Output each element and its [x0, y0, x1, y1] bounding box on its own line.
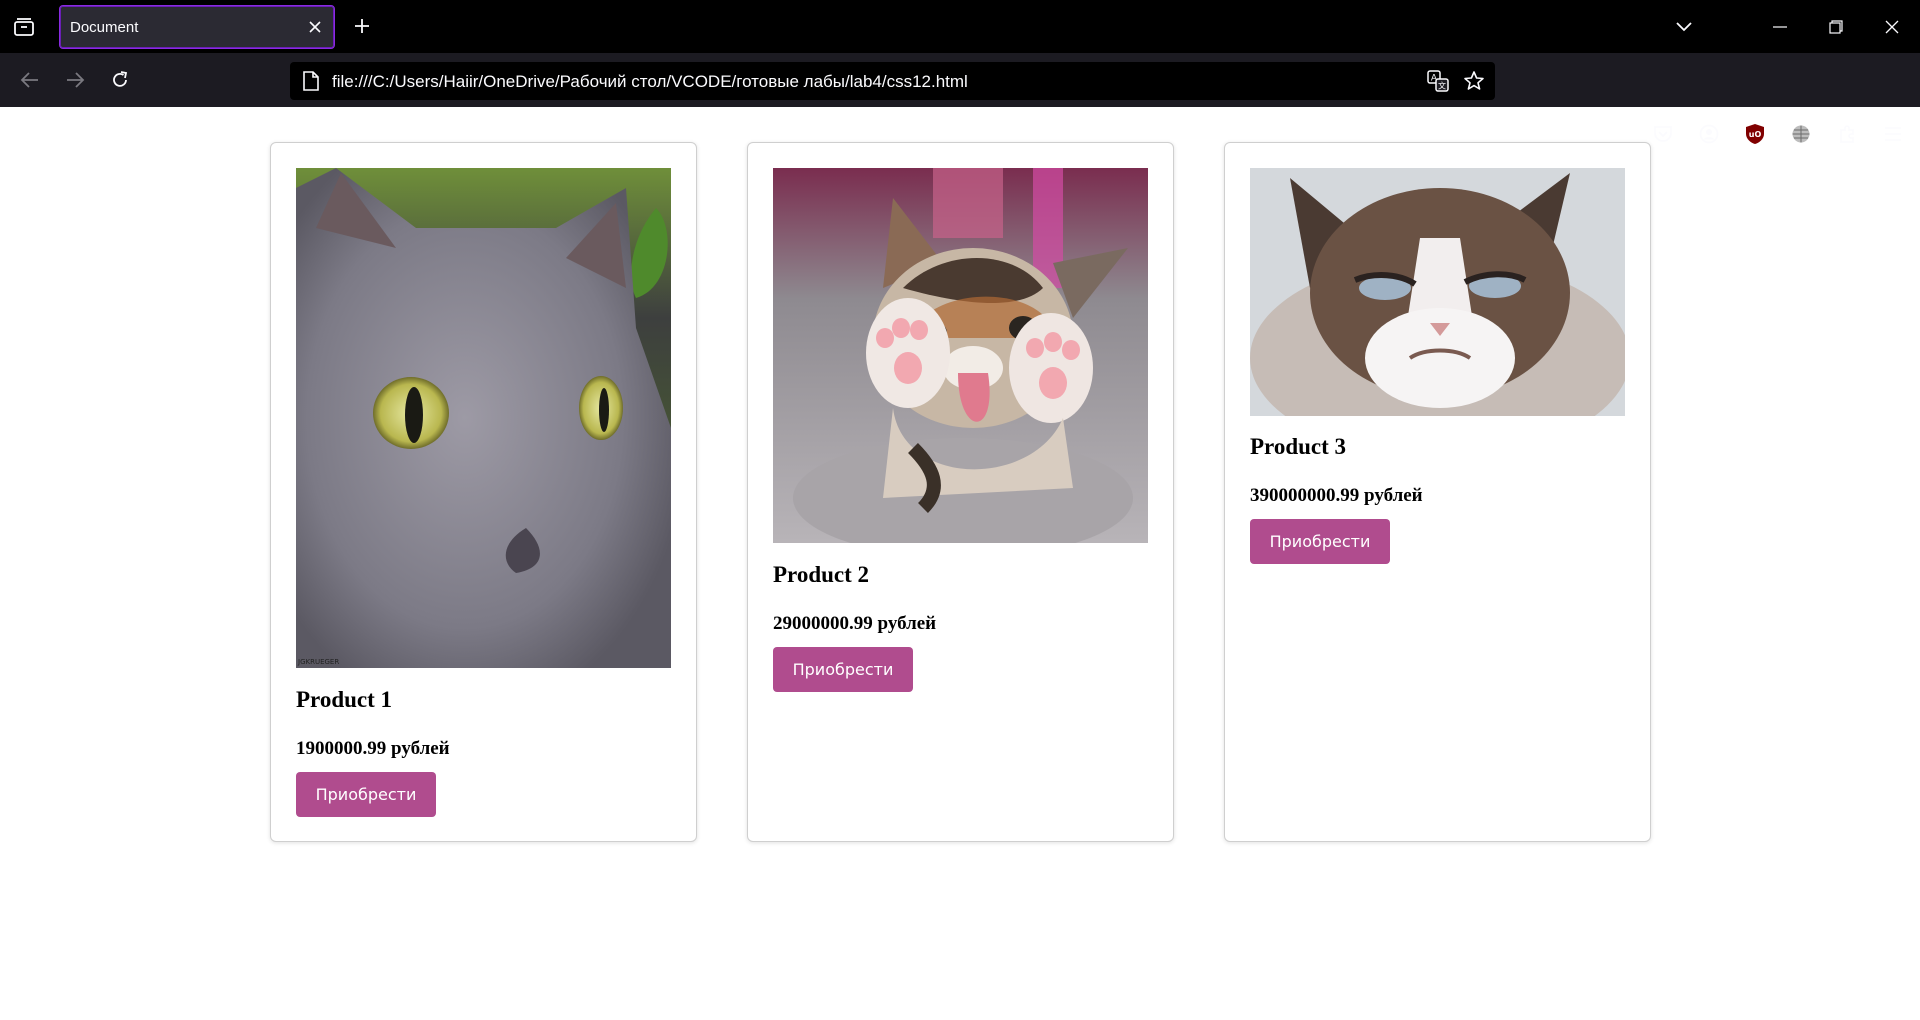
url-text[interactable]: file:///C:/Users/Haiir/OneDrive/Рабочий … — [332, 72, 968, 92]
product-title: Product 2 — [773, 562, 870, 587]
product-image — [1250, 168, 1625, 416]
svg-text:文: 文 — [1438, 81, 1446, 91]
reload-icon[interactable] — [105, 65, 135, 95]
buy-button[interactable]: Приобрести — [1250, 519, 1390, 564]
star-icon[interactable] — [1461, 68, 1487, 94]
tab-list-icon[interactable] — [10, 14, 38, 40]
product-card: Product 3 390000000.99 рублей Приобрести — [1224, 142, 1651, 842]
menu-icon[interactable] — [1874, 115, 1912, 153]
product-card: JGKRUEGER Product 1 1900000.99 рублей Пр… — [270, 142, 697, 842]
buy-button[interactable]: Приобрести — [773, 647, 913, 692]
ublock-icon[interactable]: uO — [1736, 115, 1774, 153]
tab-bar: Document — [0, 0, 1920, 53]
product-price: 390000000.99 рублей — [1250, 485, 1423, 506]
product-card: Product 2 29000000.99 рублей Приобрести — [747, 142, 1174, 842]
account-icon[interactable] — [1690, 115, 1728, 153]
forward-icon[interactable] — [60, 65, 90, 95]
minimize-icon[interactable] — [1752, 0, 1808, 53]
product-image — [773, 168, 1148, 543]
product-price: 1900000.99 рублей — [296, 738, 450, 759]
plus-icon[interactable] — [350, 14, 374, 38]
svg-text:uO: uO — [1749, 130, 1762, 139]
globe-icon[interactable] — [1782, 115, 1820, 153]
product-price: 29000000.99 рублей — [773, 613, 937, 634]
product-title: Product 3 — [1250, 434, 1347, 459]
restore-icon[interactable] — [1808, 0, 1864, 53]
product-title: Product 1 — [296, 687, 393, 712]
window-close-icon[interactable] — [1864, 0, 1920, 53]
extensions-icon[interactable] — [1828, 115, 1866, 153]
product-image: JGKRUEGER — [296, 168, 671, 668]
image-watermark: JGKRUEGER — [297, 658, 339, 666]
buy-button[interactable]: Приобрести — [296, 772, 436, 817]
translate-icon[interactable]: A文 — [1425, 68, 1451, 94]
back-icon[interactable] — [15, 65, 45, 95]
tab-title: Document — [70, 19, 139, 36]
url-bar[interactable]: file:///C:/Users/Haiir/OneDrive/Рабочий … — [290, 62, 1495, 100]
page-icon — [302, 71, 322, 91]
close-icon[interactable] — [306, 18, 324, 36]
chevron-down-icon[interactable] — [1656, 0, 1712, 53]
tab-document[interactable]: Document — [59, 5, 335, 49]
